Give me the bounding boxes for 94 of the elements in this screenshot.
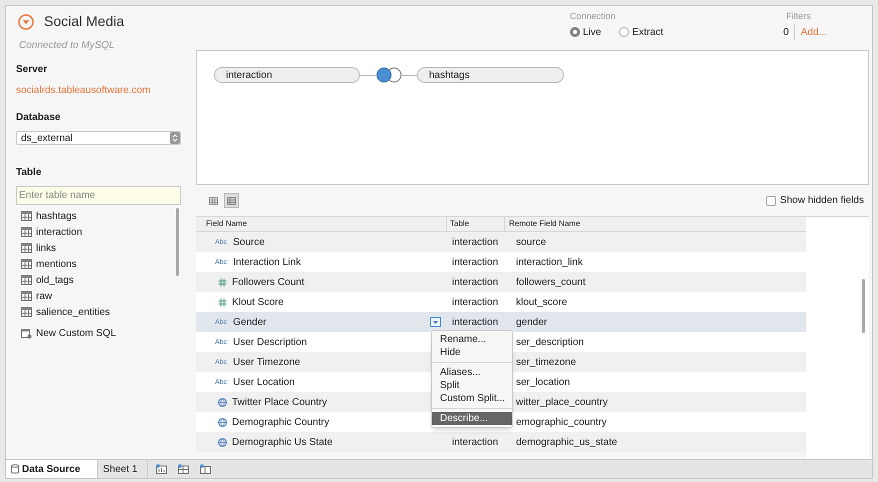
table-icon	[21, 291, 32, 301]
remote-field-cell-text: emographic_country	[515, 416, 608, 430]
field-name: Twitter Place Country	[232, 396, 328, 410]
field-name: User Timezone	[233, 356, 300, 370]
table-cell-text: interaction	[451, 256, 500, 270]
scrollbar[interactable]	[862, 279, 865, 333]
field-menu-button[interactable]	[430, 317, 441, 327]
server-label: Server	[16, 63, 48, 77]
table-cell-text: interaction	[451, 296, 500, 310]
table-list-item[interactable]: hashtags	[36, 208, 77, 224]
dropdown-circle-icon[interactable]	[18, 14, 34, 30]
field-name: Interaction Link	[233, 256, 301, 270]
sheet-tab[interactable]: Sheet 1	[98, 460, 148, 478]
table-pill[interactable]: hashtags	[417, 67, 564, 83]
number-type-icon	[218, 298, 227, 306]
new-custom-sql[interactable]: New Custom SQL	[36, 326, 116, 341]
table-list-item[interactable]: interaction	[36, 224, 82, 240]
field-row[interactable]: Followers Count interaction followers_count	[196, 272, 806, 292]
table-cell-text: interaction	[451, 316, 500, 330]
column-header[interactable]: Remote Field Name	[505, 217, 806, 231]
remote-field-cell-text: demographic_us_state	[515, 436, 618, 450]
field-name: Followers Count	[232, 276, 304, 290]
grid-icon	[209, 196, 218, 204]
table-search-field[interactable]: Enter table name	[16, 186, 181, 205]
globe-icon	[218, 418, 227, 426]
filter-count: 0	[783, 24, 795, 40]
table-cell-text: interaction	[451, 276, 500, 290]
caret-icon	[433, 320, 438, 324]
data-source-title: Social Media	[44, 12, 124, 31]
globe-icon	[218, 438, 227, 446]
table-list-item[interactable]: links	[36, 240, 56, 256]
stepper-icon	[170, 132, 180, 144]
filters-label: Filters	[786, 10, 811, 23]
radio-button[interactable]	[570, 27, 580, 37]
field-name: Demographic Us State	[232, 436, 333, 450]
menu-item[interactable]: Describe...	[432, 412, 512, 425]
table-cell-text: interaction	[451, 436, 500, 450]
server-name: socialrds.tableausoftware.com	[16, 84, 152, 98]
connection-status: Connected to MySQL	[19, 39, 116, 53]
remote-field-cell-text: followers_count	[515, 276, 586, 290]
join-icon[interactable]	[376, 67, 402, 83]
menu-item[interactable]: Custom Split...	[432, 392, 512, 405]
field-row[interactable]: Klout Score interaction klout_score	[196, 292, 806, 312]
table-list-item[interactable]: mentions	[36, 256, 77, 272]
remote-field-cell-text: witter_place_country	[515, 396, 609, 410]
radio-label: Extract	[632, 26, 664, 40]
list-icon	[227, 196, 236, 204]
table-icon	[21, 243, 32, 253]
remote-field-cell-text: klout_score	[515, 296, 568, 310]
scrollbar[interactable]	[176, 208, 179, 276]
custom-sql-icon	[21, 328, 32, 338]
radio-label: Live	[582, 26, 602, 40]
table-list-item[interactable]: salience_entities	[36, 304, 110, 320]
sheet-tab[interactable]: Data Source	[6, 460, 98, 478]
table-list-item[interactable]: raw	[36, 288, 52, 304]
checkbox[interactable]	[766, 196, 776, 206]
number-type-icon	[218, 278, 227, 286]
field-name: User Location	[233, 376, 295, 390]
globe-icon	[218, 398, 227, 406]
column-header[interactable]: Field Name	[196, 217, 447, 231]
field-row[interactable]: Demographic Us State interaction demographic_us_state	[196, 432, 806, 452]
table-icon	[21, 275, 32, 285]
remote-field-cell-text: ser_location	[515, 376, 571, 390]
table-list-item[interactable]: old_tags	[36, 272, 74, 288]
list-view-button[interactable]	[224, 193, 239, 208]
field-name: Source	[233, 236, 265, 250]
menu-item[interactable]: Split	[432, 379, 512, 392]
database-label: Database	[16, 111, 62, 125]
radio-button[interactable]	[619, 27, 630, 37]
remote-field-cell-text: ser_timezone	[515, 356, 578, 370]
field-name: Klout Score	[232, 296, 284, 310]
column-header[interactable]: Table	[447, 217, 505, 231]
new-dashboard-icon[interactable]	[178, 464, 189, 474]
checkbox-label: Show hidden fields	[780, 194, 864, 208]
menu-item[interactable]: Rename...	[432, 333, 512, 346]
table-cell-text: interaction	[451, 236, 500, 250]
field-name: User Description	[233, 336, 307, 350]
database-icon	[11, 464, 19, 474]
table-icon	[21, 211, 32, 221]
table-label: Table	[16, 166, 42, 180]
remote-field-cell-text: gender	[515, 316, 548, 330]
connection-label: Connection	[570, 10, 616, 23]
new-story-icon[interactable]	[200, 464, 211, 474]
database-select[interactable]: ds_external	[16, 131, 181, 145]
table-icon	[21, 259, 32, 269]
remote-field-cell-text: source	[515, 236, 548, 250]
table-icon	[21, 227, 32, 237]
table-pill[interactable]: interaction	[214, 67, 360, 83]
table-icon	[21, 307, 32, 317]
new-worksheet-icon[interactable]	[156, 464, 167, 474]
field-name: Demographic Country	[232, 416, 330, 430]
field-name: Gender	[233, 316, 266, 330]
remote-field-cell-text: ser_description	[515, 336, 585, 350]
remote-field-cell-text: interaction_link	[515, 256, 584, 270]
